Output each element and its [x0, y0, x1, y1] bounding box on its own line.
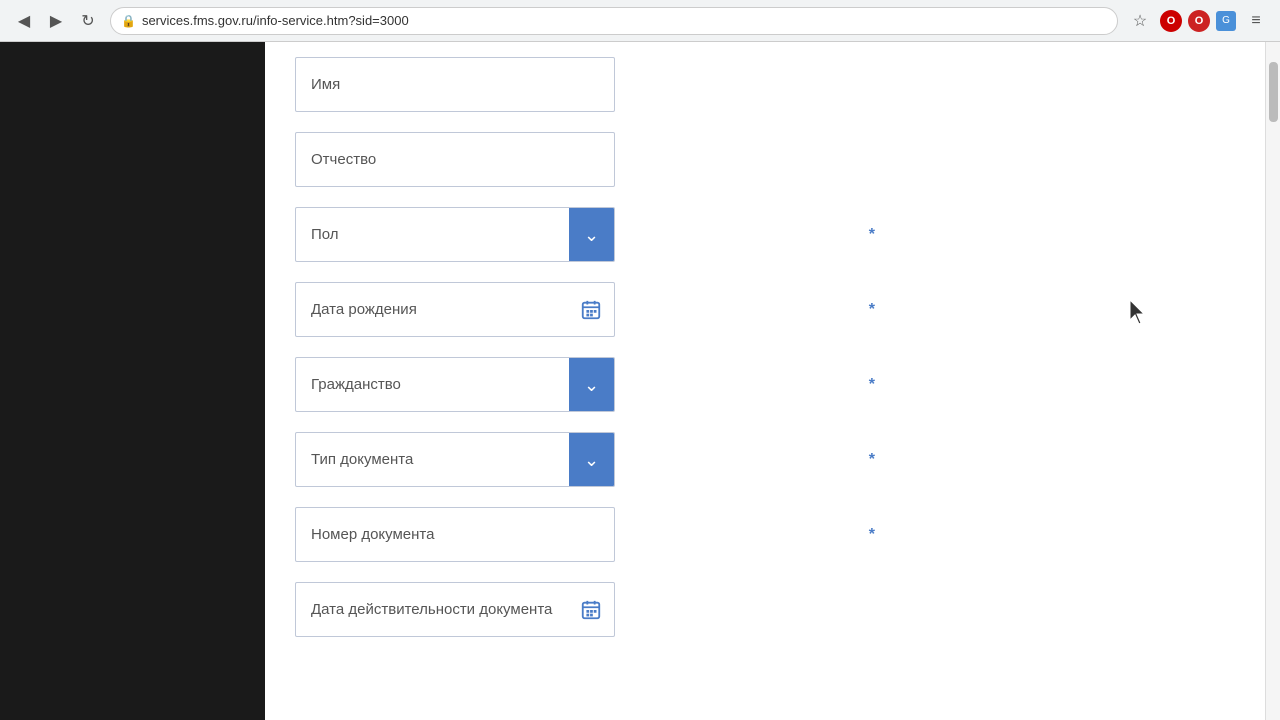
- data-deystvitelnosti-calendar-btn[interactable]: [573, 595, 609, 625]
- pol-label: Пол: [311, 226, 569, 243]
- scrollbar-thumb[interactable]: [1269, 62, 1278, 122]
- pol-dropdown-btn[interactable]: ⌄: [569, 208, 614, 261]
- ext-icon: G: [1216, 11, 1236, 31]
- imya-input[interactable]: Имя: [295, 57, 615, 112]
- grazhdanstvo-dropdown-btn[interactable]: ⌄: [569, 358, 614, 411]
- browser-actions: ☆ O O G ≡: [1126, 7, 1270, 35]
- right-panel: [925, 42, 1265, 720]
- browser-chrome: ◀ ▶ ↻ 🔒 services.fms.gov.ru/info-service…: [0, 0, 1280, 42]
- field-nomer-dokumenta: Номер документа *: [295, 507, 865, 562]
- cursor-indicator: [1130, 300, 1150, 329]
- tip-dokumenta-required-star: *: [869, 451, 875, 469]
- field-data-deystvitelnosti: Дата действительности документа: [295, 582, 865, 637]
- menu-button[interactable]: ≡: [1242, 7, 1270, 35]
- left-sidebar: [0, 42, 265, 720]
- back-button[interactable]: ◀: [10, 7, 38, 35]
- main-layout: Имя Отчество Пол ⌄ * Дата рождения: [0, 42, 1280, 720]
- data-deystvitelnosti-label: Дата действительности документа: [311, 601, 573, 618]
- opera-icon: O: [1160, 10, 1182, 32]
- tip-dokumenta-chevron-icon: ⌄: [584, 451, 599, 469]
- data-rozhdeniya-label: Дата рождения: [311, 301, 573, 318]
- nomer-dokumenta-label: Номер документа: [311, 526, 599, 543]
- data-rozhdeniya-calendar-btn[interactable]: [573, 295, 609, 325]
- right-area: [925, 42, 1265, 720]
- tip-dokumenta-label: Тип документа: [311, 451, 569, 468]
- data-rozhdeniya-required-star: *: [869, 301, 875, 319]
- calendar-icon: [580, 299, 602, 321]
- grazhdanstvo-input[interactable]: Гражданство ⌄: [295, 357, 615, 412]
- tip-dokumenta-input[interactable]: Тип документа ⌄: [295, 432, 615, 487]
- star-button[interactable]: ☆: [1126, 7, 1154, 35]
- data-rozhdeniya-input[interactable]: Дата рождения: [295, 282, 615, 337]
- data-deystvitelnosti-input[interactable]: Дата действительности документа: [295, 582, 615, 637]
- nav-buttons: ◀ ▶ ↻: [10, 7, 102, 35]
- pol-required-star: *: [869, 226, 875, 244]
- otchestvo-input[interactable]: Отчество: [295, 132, 615, 187]
- otchestvo-label: Отчество: [311, 151, 599, 168]
- calendar2-icon: [580, 599, 602, 621]
- field-tip-dokumenta: Тип документа ⌄ *: [295, 432, 865, 487]
- pol-chevron-icon: ⌄: [584, 226, 599, 244]
- field-imya: Имя: [295, 57, 865, 112]
- form-area: Имя Отчество Пол ⌄ * Дата рождения: [265, 42, 925, 720]
- cursor-icon: [1130, 300, 1150, 324]
- field-otchestvo: Отчество: [295, 132, 865, 187]
- scrollbar[interactable]: [1265, 42, 1280, 720]
- nomer-dokumenta-input[interactable]: Номер документа: [295, 507, 615, 562]
- pol-input[interactable]: Пол ⌄: [295, 207, 615, 262]
- imya-label: Имя: [311, 76, 599, 93]
- field-grazhdanstvo: Гражданство ⌄ *: [295, 357, 865, 412]
- tip-dokumenta-dropdown-btn[interactable]: ⌄: [569, 433, 614, 486]
- grazhdanstvo-chevron-icon: ⌄: [584, 376, 599, 394]
- grazhdanstvo-required-star: *: [869, 376, 875, 394]
- forward-button[interactable]: ▶: [42, 7, 70, 35]
- refresh-button[interactable]: ↻: [74, 7, 102, 35]
- url-text: services.fms.gov.ru/info-service.htm?sid…: [142, 13, 409, 28]
- opera2-icon: O: [1188, 10, 1210, 32]
- nomer-dokumenta-required-star: *: [869, 526, 875, 544]
- field-pol: Пол ⌄ *: [295, 207, 865, 262]
- address-bar[interactable]: 🔒 services.fms.gov.ru/info-service.htm?s…: [110, 7, 1118, 35]
- grazhdanstvo-label: Гражданство: [311, 376, 569, 393]
- lock-icon: 🔒: [121, 14, 136, 28]
- field-data-rozhdeniya: Дата рождения *: [295, 282, 865, 337]
